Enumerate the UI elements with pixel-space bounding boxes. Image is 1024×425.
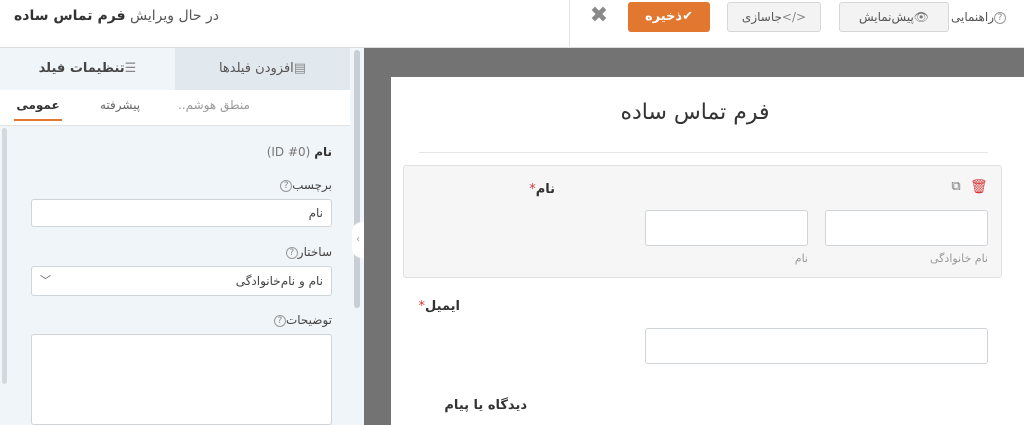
name-field-label-text: نام — [535, 182, 555, 197]
tab-add-fields-label: افزودن فیلدها — [218, 61, 294, 76]
name-field-label: نام* — [420, 182, 555, 197]
message-field-label: دیدگاه یا پیام — [444, 398, 527, 413]
tab-add-fields[interactable]: ▤افزودن فیلدها — [175, 48, 350, 90]
collapse-panel-button[interactable]: ‹ — [352, 222, 364, 258]
toolbar-divider — [569, 0, 570, 48]
code-icon: </> — [781, 10, 807, 24]
label-input[interactable]: نام — [31, 199, 332, 227]
panel-scrollbar[interactable] — [2, 128, 7, 384]
list-icon: ▤ — [293, 61, 307, 76]
eye-icon: 👁 — [913, 10, 930, 24]
divider-scrollbar[interactable] — [354, 50, 360, 308]
help-icon[interactable]: ? — [280, 180, 293, 192]
email-input[interactable] — [645, 328, 988, 364]
top-bar: در حال ویرایش فرم تماس ساده ✖ ✔ذخیره </>… — [0, 0, 1024, 48]
tab-field-settings-label: تنظیمات فیلد — [38, 61, 125, 76]
title-divider — [419, 152, 988, 153]
first-name-sublabel: نام — [794, 252, 808, 265]
help-icon[interactable]: ? — [273, 315, 286, 327]
embed-button[interactable]: </>جاسازی — [727, 2, 821, 32]
label-option-text: برچسب — [292, 178, 332, 192]
description-textarea[interactable] — [31, 334, 332, 425]
description-option-text: توضیحات — [285, 313, 332, 327]
format-option-text: ساختار — [297, 245, 332, 259]
format-select-value: نام و نام‌خانوادگی — [235, 274, 323, 288]
subtab-advanced[interactable]: پیشرفته — [92, 98, 148, 112]
chevron-left-icon: ‹ — [356, 234, 360, 245]
subtabs-bar: عمومی پیشرفته منطق هوشم.. — [0, 90, 350, 126]
help-icon: ? — [994, 12, 1007, 24]
format-option-label: ساختار? — [150, 245, 332, 259]
save-button[interactable]: ✔ذخیره — [628, 2, 710, 32]
label-option-label: برچسب? — [150, 178, 332, 192]
tab-field-settings[interactable]: ☰تنظیمات فیلد — [0, 48, 175, 90]
subtab-general[interactable]: عمومی — [14, 98, 62, 121]
description-option-label: توضیحات? — [150, 313, 332, 327]
email-field-label-text: ایمیل — [425, 299, 460, 314]
close-icon: ✖ — [589, 3, 609, 28]
format-select[interactable]: نام و نام‌خانوادگی ﹀ — [31, 266, 332, 296]
last-name-input[interactable] — [645, 210, 808, 246]
preview-label: پیش‌نمایش — [858, 10, 914, 24]
editing-prefix: در حال ویرایش — [130, 8, 220, 24]
duplicate-icon[interactable]: ⧉ — [948, 179, 964, 195]
field-title: نام — [314, 145, 332, 159]
email-field-label: ایمیل* — [419, 299, 460, 314]
close-button[interactable]: ✖ — [584, 2, 614, 30]
sliders-icon: ☰ — [124, 61, 137, 76]
help-link[interactable]: ?راهنمایی — [951, 2, 1024, 32]
embed-label: جاسازی — [741, 10, 782, 24]
help-label: راهنمایی — [951, 10, 995, 24]
form-name: فرم تماس ساده — [14, 8, 126, 24]
subtab-smart-logic[interactable]: منطق هوشم.. — [170, 98, 258, 112]
help-icon[interactable]: ? — [285, 247, 298, 259]
first-name-input[interactable] — [825, 210, 988, 246]
form-title: فرم تماس ساده — [620, 100, 770, 125]
preview-button[interactable]: 👁پیش‌نمایش — [839, 2, 949, 32]
field-id: (ID #0) — [266, 145, 311, 159]
trash-icon[interactable]: 🗑 — [970, 179, 988, 195]
chevron-down-icon: ﹀ — [40, 274, 51, 287]
save-label: ذخیره — [644, 9, 683, 24]
field-heading: نام (ID #0) — [150, 145, 332, 159]
editing-title: در حال ویرایش فرم تماس ساده — [14, 8, 219, 24]
last-name-sublabel: نام خانوادگی — [930, 252, 988, 265]
check-icon: ✔ — [682, 9, 693, 24]
